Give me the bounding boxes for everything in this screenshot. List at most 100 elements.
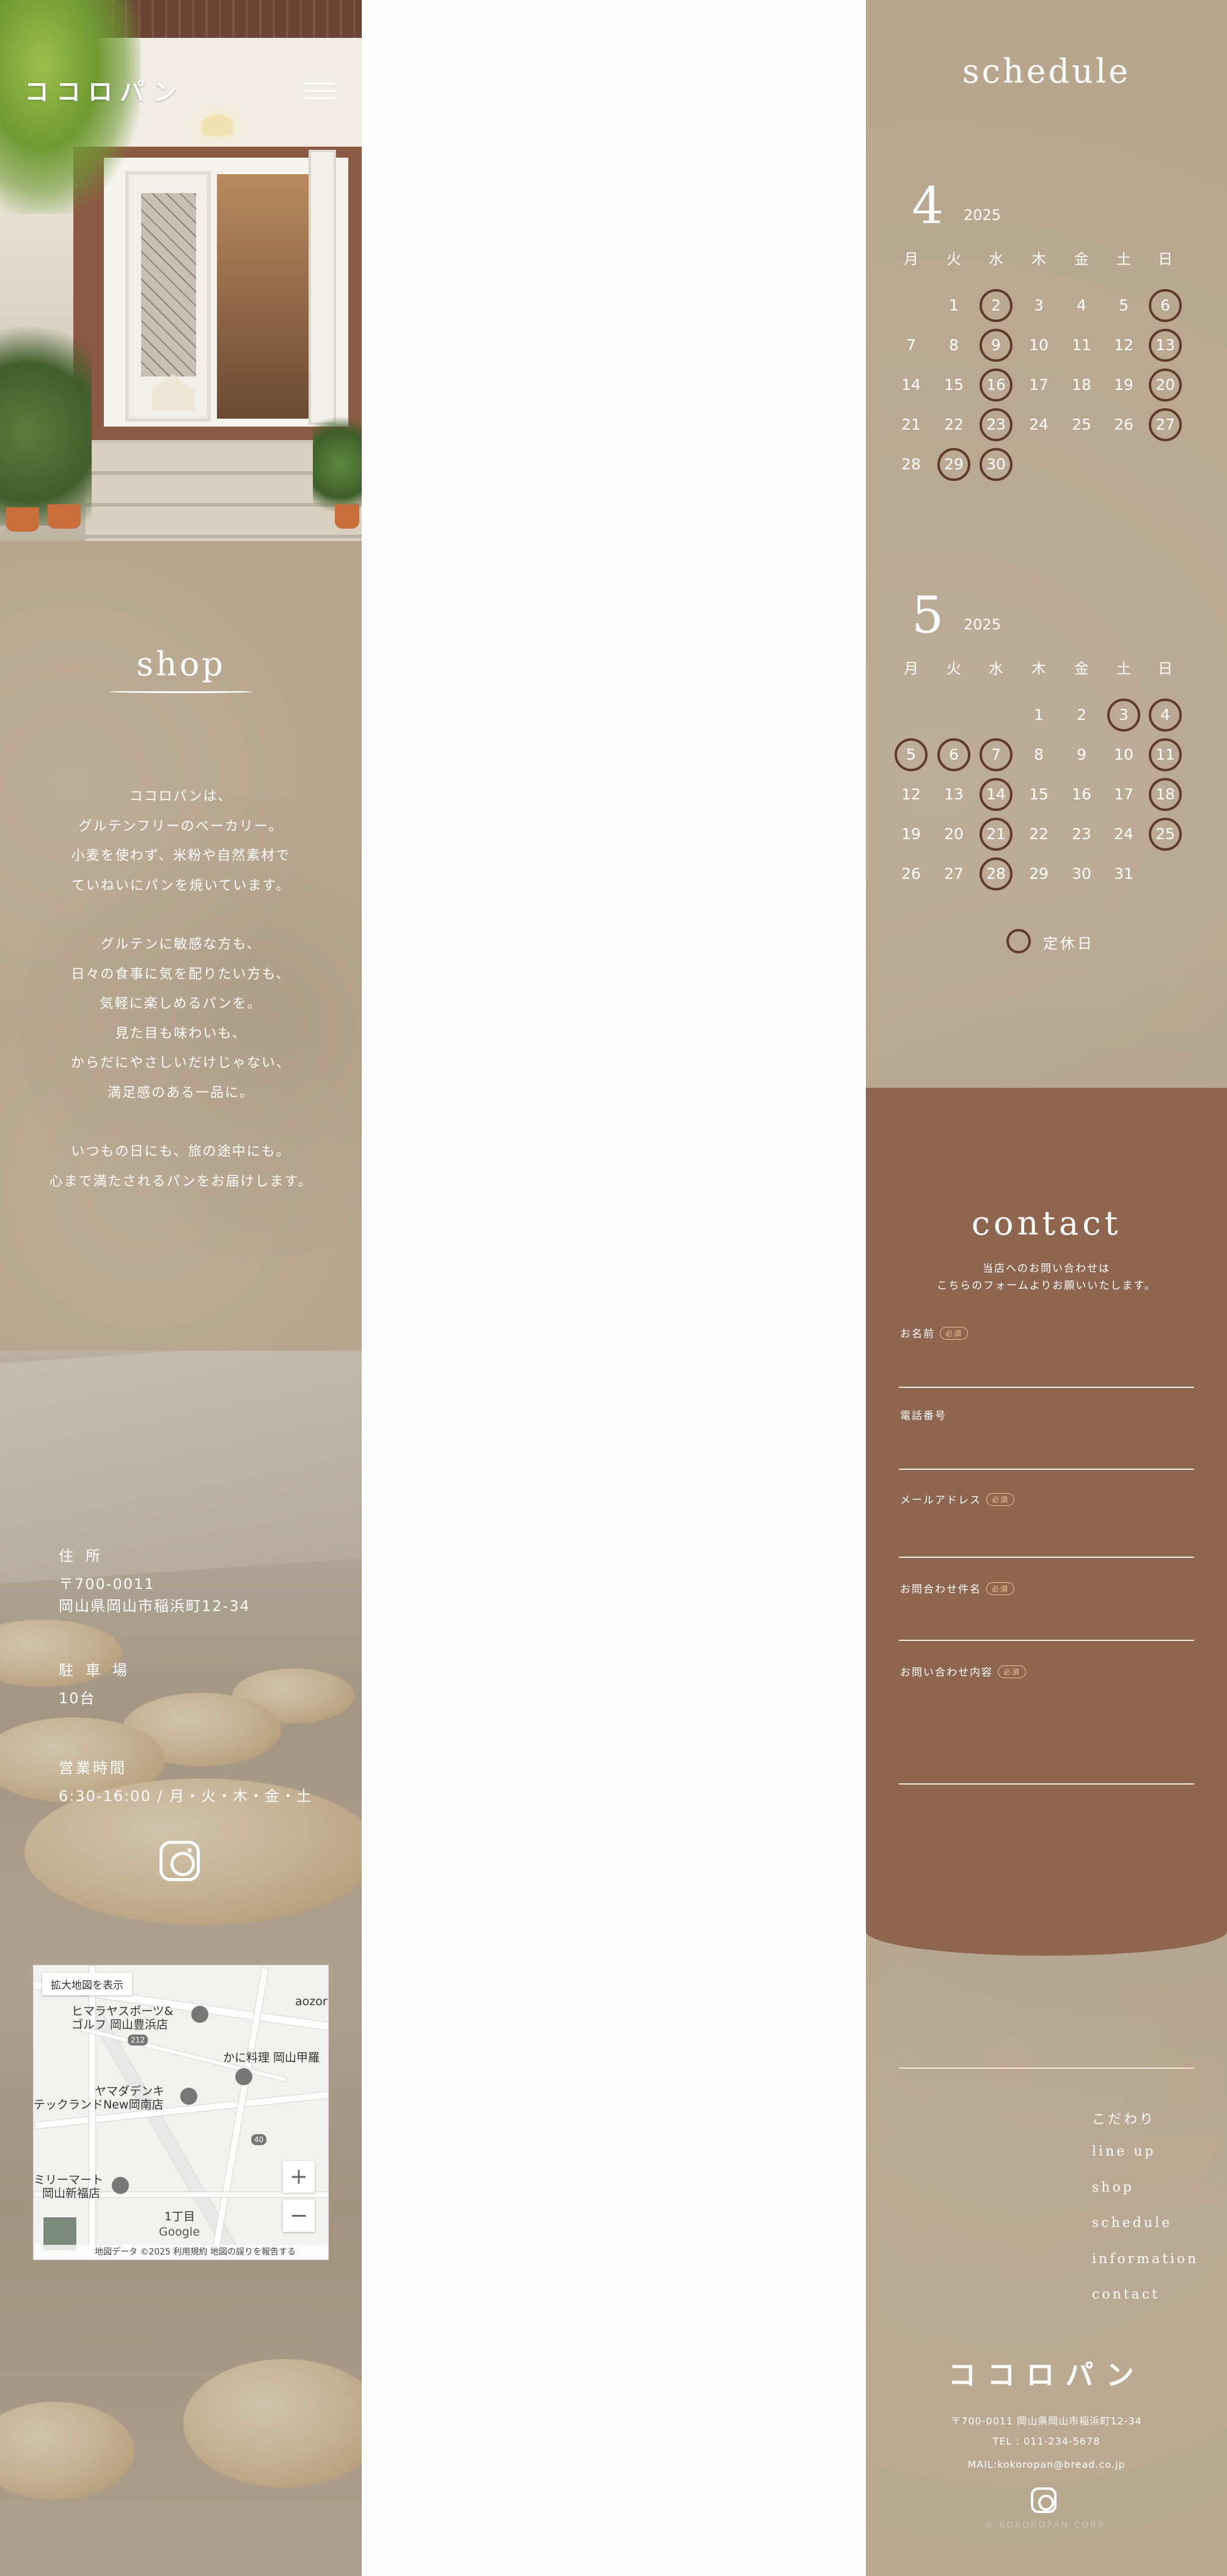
shop-paragraph: ココロパンは、 グルテンフリーのベーカリー。 小麦を使わず、米粉や自然素材で ていねい… [0, 782, 362, 901]
hamburger-menu-icon[interactable] [304, 83, 335, 101]
calendar-day-holiday: 21 [980, 818, 1013, 851]
shop-text-line: 心まで満たされるパンをお届けします。 [49, 1173, 313, 1189]
weekday-header: 金 [1074, 251, 1089, 268]
flower-pot [48, 504, 81, 529]
shop-text-line: 満足感のある一品に。 [107, 1085, 254, 1101]
calendar-day-holiday: 30 [980, 448, 1013, 481]
shop-section: shop ココロパンは、 グルテンフリーのベーカリー。 小麦を使わず、米粉や自然素材… [0, 541, 362, 1351]
calendar-day: 18 [1072, 376, 1091, 394]
footer-nav-kodawari[interactable]: こだわり [1092, 2108, 1156, 2128]
calendar-day-holiday: 6 [1149, 289, 1182, 322]
info-section: 住所 〒700-0011 岡山県岡山市稲浜町12-34 駐車場 10台 営業時間… [0, 1351, 362, 2576]
zoom-in-button[interactable]: + [283, 2161, 315, 2193]
map-pin-shop[interactable] [191, 2006, 208, 2023]
calendar-day: 17 [1114, 785, 1134, 803]
calendar-day-holiday: 2 [980, 289, 1013, 322]
schedule-section: schedule 4 2025 月火水木金土日 1 2 3 4 5 6 7 8 9 10 11 12 13 14… [866, 0, 1227, 1088]
footer-tel: TEL : 011-234-5678 [992, 2435, 1101, 2447]
calendar-day-holiday: 20 [1149, 369, 1182, 402]
contact-lead: 当店へのお問い合わせは こちらのフォームよりお願いいたします。 [866, 1260, 1227, 1294]
name-field-label: お名前 必須 [900, 1325, 969, 1340]
phone-input[interactable] [899, 1468, 1194, 1470]
google-map[interactable]: 拡大地図を表示 ヒマラヤスポーツ& ゴルフ 岡山豊浜店 aozora 212 か… [33, 1965, 329, 2260]
month-year: 2025 [964, 207, 1002, 224]
map-label: ヤマダデンキ [95, 2085, 165, 2098]
calendar-day: 22 [944, 416, 964, 433]
shop-text-line: グルテンフリーのベーカリー。 [78, 818, 284, 834]
month-year: 2025 [964, 616, 1002, 633]
hours-text: 6:30-16:00 / 月・火・木・金・土 [59, 1788, 313, 1805]
calendar-day: 14 [901, 376, 921, 394]
route-badge: 212 [128, 2035, 148, 2046]
calendar-day: 8 [949, 336, 959, 354]
calendar-day-holiday: 6 [937, 738, 970, 771]
map-pin-convenience[interactable] [112, 2177, 129, 2194]
postal-code: 〒700-0011 [59, 1576, 155, 1593]
section-title-schedule: schedule [962, 52, 1131, 90]
calendar-day-holiday: 3 [1107, 699, 1140, 732]
map-label: かに料理 岡山甲羅 [223, 2051, 320, 2064]
calendar-day: 10 [1114, 746, 1134, 763]
calendar-day: 12 [901, 785, 921, 803]
email-input[interactable] [899, 1556, 1194, 1558]
footer-nav-contact[interactable]: contact [1092, 2287, 1160, 2302]
address-label: 住所 [59, 1547, 112, 1565]
shop-text-line: グルテンに敏感な方も、 [100, 937, 262, 952]
shop-text-line: ていねいにパンを焼いています。 [71, 878, 291, 894]
calendar-day-holiday: 25 [1149, 818, 1182, 851]
calendar-day-holiday: 13 [1149, 329, 1182, 362]
calendar-day: 1 [949, 296, 959, 314]
calendar-day-holiday: 18 [1149, 778, 1182, 811]
calendar-day: 26 [901, 865, 921, 883]
address-block: 住所 〒700-0011 岡山県岡山市稲浜町12-34 [59, 1545, 251, 1617]
weekday-header: 土 [1116, 660, 1131, 677]
shop-text-line: ココロパンは、 [129, 789, 233, 804]
zoom-out-button[interactable]: − [283, 2200, 315, 2232]
calendar-day-holiday: 27 [1149, 408, 1182, 441]
calendar-day: 8 [1034, 746, 1044, 763]
calendar-day: 1 [1034, 706, 1044, 724]
weekday-header: 水 [989, 251, 1003, 268]
instagram-icon[interactable] [159, 1841, 200, 1881]
name-input[interactable] [899, 1386, 1194, 1388]
shop-text-line: からだにやさしいだけじゃない、 [70, 1055, 291, 1071]
footer-nav-shop[interactable]: shop [1092, 2180, 1134, 2195]
subject-input[interactable] [899, 1639, 1194, 1641]
weekday-header: 月 [904, 251, 918, 268]
contact-lead-line: こちらのフォームよりお願いいたします。 [937, 1280, 1156, 1292]
route-badge: 40 [251, 2134, 267, 2145]
message-field-label: お問い合わせ内容 必須 [900, 1664, 1027, 1679]
calendar-day: 24 [1029, 416, 1049, 433]
footer-address: 〒700-0011 岡山県岡山市稲浜町12-34 [951, 2415, 1142, 2427]
footer-nav-schedule[interactable]: schedule [1092, 2215, 1172, 2231]
footer-nav-lineup[interactable]: line up [1092, 2144, 1156, 2159]
weekday-header: 水 [989, 660, 1003, 677]
calendar-day: 16 [1072, 785, 1091, 803]
footer-instagram-icon[interactable] [1031, 2487, 1057, 2513]
calendar-day: 29 [1029, 865, 1049, 883]
shop-description: ココロパンは、 グルテンフリーのベーカリー。 小麦を使わず、米粉や自然素材で ていねい… [0, 782, 362, 1226]
footer-mail[interactable]: MAIL:kokoropan@bread.co.jp [866, 2459, 1227, 2470]
site-logo[interactable]: ココロパン [24, 72, 185, 108]
calendar-day: 20 [944, 825, 964, 843]
calendar-day: 7 [906, 336, 916, 354]
map-pin-store[interactable] [180, 2088, 197, 2105]
weekday-header: 火 [947, 660, 961, 677]
calendar-day: 30 [1072, 865, 1091, 883]
address-text: 岡山県岡山市稲浜町12-34 [59, 1598, 251, 1615]
calendar-day-holiday: 7 [980, 738, 1013, 771]
message-textarea[interactable] [899, 1783, 1194, 1785]
hours-block: 営業時間 6:30-16:00 / 月・火・木・金・土 [59, 1757, 312, 1807]
map-label: テックランドNew岡南店 [34, 2098, 164, 2112]
calendar-day: 17 [1029, 376, 1049, 394]
map-pin-restaurant[interactable] [235, 2068, 252, 2085]
footer-nav-information[interactable]: information [1092, 2251, 1198, 2267]
calendar-day: 11 [1072, 336, 1091, 354]
footer-logo[interactable]: ココロパン [866, 2353, 1227, 2393]
porch-lamp [202, 115, 233, 136]
map-attribution[interactable]: 地図データ ©2025 利用規約 地図の誤りを報告する [34, 2245, 328, 2259]
calendar-day: 3 [1034, 296, 1044, 314]
calendar-day: 19 [1114, 376, 1134, 394]
subject-field-label: お問合わせ件名 必須 [900, 1580, 1015, 1596]
enlarge-map-link[interactable]: 拡大地図を表示 [42, 1973, 132, 1995]
